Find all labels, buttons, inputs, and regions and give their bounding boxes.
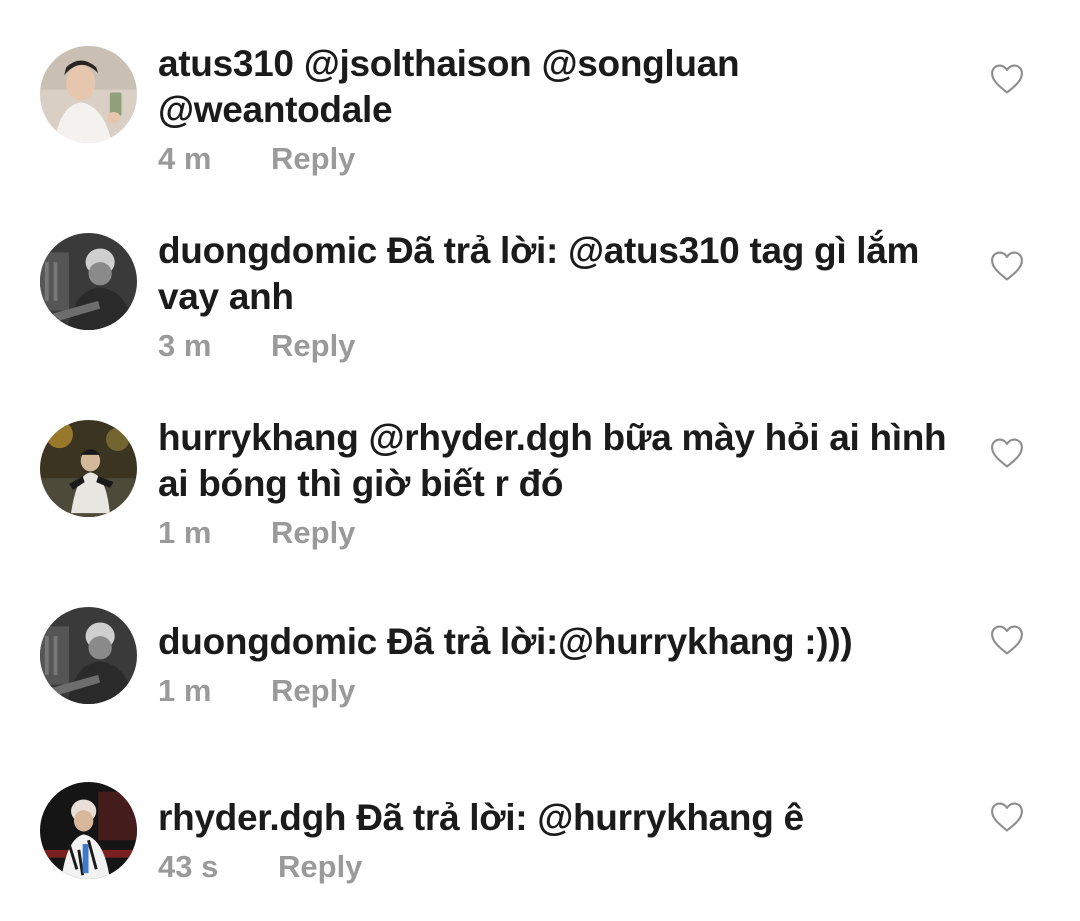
reply-button[interactable]: Reply xyxy=(271,326,355,366)
comment-meta: 3 m Reply xyxy=(158,326,355,366)
comment-username[interactable]: rhyder.dgh xyxy=(158,797,347,838)
heart-outline-icon xyxy=(991,625,1023,655)
comment-username[interactable]: duongdomic xyxy=(158,621,377,662)
like-button[interactable] xyxy=(990,250,1024,282)
comment-username[interactable]: atus310 xyxy=(158,43,294,84)
comment-time: 43 s xyxy=(158,849,219,884)
like-button[interactable] xyxy=(990,437,1024,469)
comment-text: duongdomic Đã trả lời:@hurrykhang :))) xyxy=(158,619,958,665)
reply-button[interactable]: Reply xyxy=(271,139,355,179)
comment-body: Đã trả lời: @hurrykhang ê xyxy=(356,797,804,838)
comment-time: 1 m xyxy=(158,515,212,550)
like-button[interactable] xyxy=(990,801,1024,833)
avatar[interactable] xyxy=(40,607,137,704)
comment-text: rhyder.dgh Đã trả lời: @hurrykhang ê xyxy=(158,795,958,841)
comment-body: Đã trả lời:@hurrykhang :))) xyxy=(386,621,853,662)
avatar[interactable] xyxy=(40,46,137,143)
comment-meta: 43 s Reply xyxy=(158,847,362,887)
like-button[interactable] xyxy=(990,63,1024,95)
reply-button[interactable]: Reply xyxy=(278,847,362,887)
comment-username[interactable]: duongdomic xyxy=(158,230,377,271)
comment-text: hurrykhang @rhyder.dgh bữa mày hỏi ai hì… xyxy=(158,415,958,507)
avatar[interactable] xyxy=(40,782,137,879)
comment-meta: 4 m Reply xyxy=(158,139,355,179)
heart-outline-icon xyxy=(991,251,1023,281)
comment-time: 4 m xyxy=(158,141,212,176)
comment-meta: 1 m Reply xyxy=(158,671,355,711)
reply-button[interactable]: Reply xyxy=(271,671,355,711)
heart-outline-icon xyxy=(991,64,1023,94)
comment-text: atus310 @jsolthaison @songluan @weantoda… xyxy=(158,41,958,133)
comment-time: 1 m xyxy=(158,673,212,708)
heart-outline-icon xyxy=(991,802,1023,832)
comment-text: duongdomic Đã trả lời: @atus310 tag gì l… xyxy=(158,228,958,320)
comment-meta: 1 m Reply xyxy=(158,513,355,553)
comment-username[interactable]: hurrykhang xyxy=(158,417,359,458)
comment-time: 3 m xyxy=(158,328,212,363)
avatar[interactable] xyxy=(40,233,137,330)
like-button[interactable] xyxy=(990,624,1024,656)
avatar[interactable] xyxy=(40,420,137,517)
heart-outline-icon xyxy=(991,438,1023,468)
reply-button[interactable]: Reply xyxy=(271,513,355,553)
